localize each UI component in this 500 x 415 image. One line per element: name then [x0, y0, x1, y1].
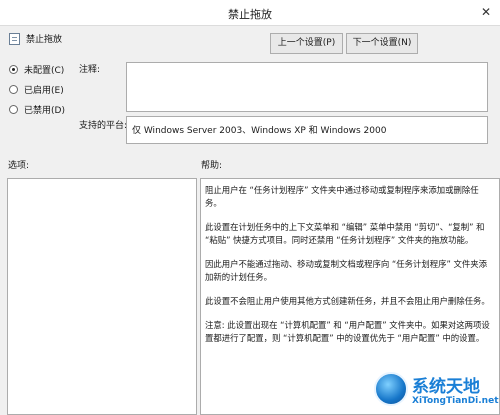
radio-label: 已启用(E): [24, 85, 64, 96]
title-bar: 禁止拖放 ✕: [0, 0, 500, 26]
radio-label: 已禁用(D): [24, 105, 65, 116]
watermark-subtitle: XiTongTianDi.net: [412, 396, 499, 406]
watermark-title: 系统天地: [412, 377, 480, 397]
supported-platform-label: 支持的平台:: [79, 121, 128, 131]
help-paragraph: 因此用户不能通过拖动、移动或复制文档或程序向 “任务计划程序” 文件夹添加新的计…: [205, 259, 487, 282]
window-title: 禁止拖放: [228, 8, 272, 21]
next-setting-button[interactable]: 下一个设置(N): [346, 33, 418, 54]
help-paragraph: 此设置在计划任务中的上下文菜单和 “编辑” 菜单中禁用 “剪切”、“复制” 和 …: [205, 222, 485, 245]
supported-platform-text: 仅 Windows Server 2003、Windows XP 和 Windo…: [132, 126, 387, 136]
help-label: 帮助:: [201, 161, 223, 171]
radio-enabled[interactable]: 已启用(E): [9, 82, 64, 96]
policy-name: 禁止拖放: [26, 35, 63, 45]
options-panel: [7, 178, 197, 415]
radio-button[interactable]: [9, 84, 18, 94]
previous-setting-button[interactable]: 上一个设置(P): [270, 33, 343, 54]
radio-disabled[interactable]: 已禁用(D): [9, 102, 65, 116]
globe-logo-icon: [374, 372, 408, 406]
help-paragraph: 注意: 此设置出现在 “计算机配置” 和 “用户配置” 文件夹中。如果对这两项设…: [205, 320, 490, 343]
close-icon[interactable]: ✕: [478, 5, 494, 19]
comment-label: 注释:: [79, 65, 101, 75]
radio-not-configured[interactable]: 未配置(C): [9, 62, 64, 76]
help-paragraph: 此设置不会阻止用户使用其他方式创建新任务，并且不会阻止用户删除任务。: [205, 296, 490, 306]
policy-setting-icon: [9, 33, 20, 45]
radio-button[interactable]: [9, 104, 18, 114]
help-text: 阻止用户在 “任务计划程序” 文件夹中通过移动或复制程序来添加或删除任务。 此设…: [205, 184, 493, 356]
radio-button-selected[interactable]: [9, 64, 18, 74]
supported-platform-box: 仅 Windows Server 2003、Windows XP 和 Windo…: [126, 116, 488, 144]
comment-field[interactable]: [126, 62, 488, 112]
help-paragraph: 阻止用户在 “任务计划程序” 文件夹中通过移动或复制程序来添加或删除任务。: [205, 185, 479, 208]
radio-label: 未配置(C): [24, 65, 65, 76]
site-watermark: 系统天地 XiTongTianDi.net: [374, 372, 499, 412]
options-label: 选项:: [8, 161, 30, 171]
